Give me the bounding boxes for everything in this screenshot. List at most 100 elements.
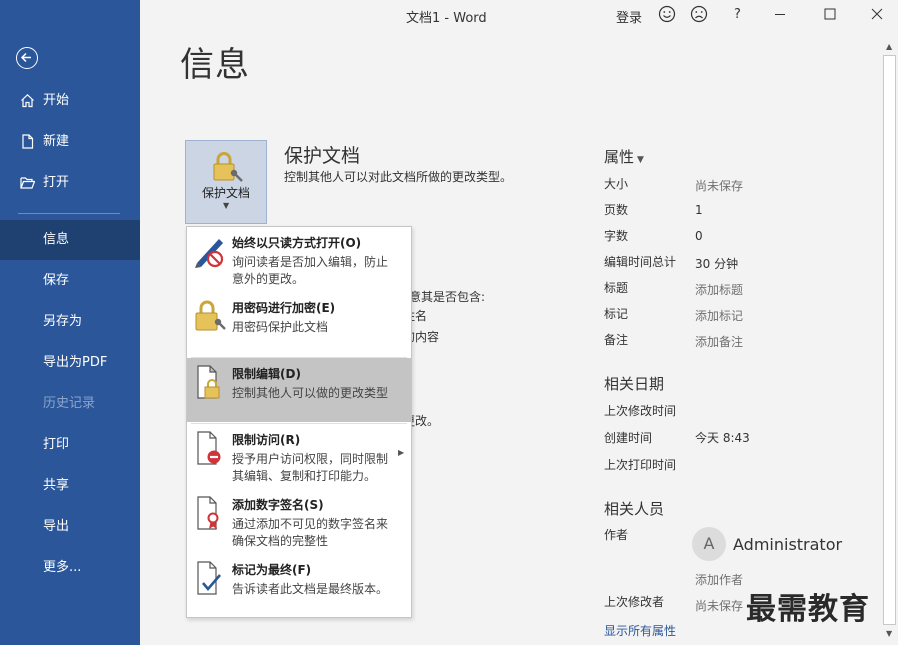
property-label: 字数 [604,229,629,243]
scroll-up-icon[interactable]: ▲ [886,42,892,51]
protect-tile-label: 保护文档 [201,186,250,200]
sidebar-item-label: 打印 [43,437,70,452]
sidebar-item-label: 导出为PDF [43,355,108,370]
date-label: 上次打印时间 [604,458,677,472]
page-title: 信息 [180,45,250,85]
menu-item-description: 用密码保护此文档 [232,320,329,334]
author-name[interactable]: Administrator [733,535,842,554]
menu-item-description: 通过添加不可见的数字签名来确保文档的完整性 [232,517,389,548]
scroll-down-icon[interactable]: ▼ [886,629,892,638]
folder-open-icon [20,177,35,189]
menu-item-mark-as-final[interactable]: 标记为最终(F) 告诉读者此文档是最终版本。 [187,554,411,617]
author-label: 作者 [604,528,629,542]
property-value: 30 分钟 [695,257,739,271]
sidebar-item-export[interactable]: 导出 [0,507,140,547]
protect-document-heading: 保护文档 [284,145,361,167]
related-dates-heading: 相关日期 [604,375,665,393]
show-all-properties-link[interactable]: 显示所有属性 [604,622,676,639]
created-date-value: 今天 8:43 [695,431,750,445]
add-author-field[interactable]: 添加作者 [695,571,743,588]
document-lock-icon [197,365,220,399]
scrollbar-thumb[interactable] [883,55,896,625]
lock-key-icon [213,152,243,182]
menu-item-restrict-access[interactable]: 限制访问(R) 授予用户访问权限，同时限制其编辑、复制和打印能力。 ▶ [187,424,411,489]
watermark-text: 最需教育 [746,592,870,627]
property-label: 备注 [604,333,629,347]
menu-item-title: 添加数字签名(S) [232,498,324,512]
property-value: 0 [695,229,703,243]
property-label: 标题 [604,281,629,295]
chevron-down-icon: ▼ [223,201,230,210]
tags-field[interactable]: 添加标记 [695,307,743,324]
sidebar-item-label: 打开 [43,175,70,190]
sidebar-item-home[interactable]: 开始 [0,81,140,121]
property-value: 1 [695,203,703,217]
document-ribbon-icon [197,496,219,530]
sidebar-item-label: 新建 [43,134,70,149]
property-value: 尚未保存 [695,179,744,193]
menu-item-title: 标记为最终(F) [232,563,312,577]
date-label: 创建时间 [604,431,653,445]
sidebar-item-label: 开始 [43,93,70,108]
sidebar-item-share[interactable]: 共享 [0,466,140,506]
lock-key-icon [195,300,226,331]
document-check-icon [197,561,221,595]
menu-item-description: 授予用户访问权限，同时限制其编辑、复制和打印能力。 [232,452,389,483]
sidebar-item-new[interactable]: 新建 [0,122,140,162]
sidebar-item-print[interactable]: 打印 [0,425,140,465]
menu-item-restrict-editing[interactable]: 限制编辑(D) 控制其他人可以做的更改类型 [187,358,411,422]
menu-item-title: 用密码进行加密(E) [232,301,336,315]
backstage-sidebar: 开始 新建 打开 信息 保存 另存为 导出为PDF 历史记录 打印 共享 导出 … [0,0,140,645]
sidebar-item-open[interactable]: 打开 [0,163,140,203]
pencil-prohibited-icon [195,239,224,268]
sidebar-item-save-as[interactable]: 另存为 [0,302,140,342]
menu-item-add-digital-signature[interactable]: 添加数字签名(S) 通过添加不可见的数字签名来确保文档的完整性 [187,489,411,554]
last-modified-by-label: 上次修改者 [604,595,665,609]
menu-item-description: 控制其他人可以做的更改类型 [232,386,389,400]
properties-dropdown[interactable]: 属性 ▼ [604,146,644,167]
new-document-icon [22,134,34,149]
related-people-heading: 相关人员 [604,500,665,518]
comments-field[interactable]: 添加备注 [695,333,743,350]
document-prohibited-icon [197,431,221,465]
property-label: 标记 [604,307,629,321]
back-button[interactable] [16,47,38,69]
sidebar-item-label: 另存为 [43,314,83,329]
protect-document-menu: 始终以只读方式打开(O) 询问读者是否加入编辑，防止意外的更改。 用密码进行加密… [186,226,412,618]
properties-panel: 属性 ▼ 大小 尚未保存 页数 1 字数 0 编辑时间总计 30 分钟 标题 添加… [604,0,884,645]
property-label: 页数 [604,203,629,217]
menu-item-description: 告诉读者此文档是最终版本。 [232,582,389,596]
sidebar-item-more[interactable]: 更多... [0,548,140,588]
menu-item-title: 始终以只读方式打开(O) [232,236,362,250]
chevron-right-icon: ▶ [398,448,405,457]
home-icon [21,93,34,108]
menu-item-encrypt-with-password[interactable]: 用密码进行加密(E) 用密码保护此文档 [187,292,411,356]
sidebar-item-history: 历史记录 [0,384,140,424]
property-label: 大小 [604,177,629,191]
sidebar-item-save[interactable]: 保存 [0,261,140,301]
avatar: A [692,527,726,561]
sidebar-item-label: 历史记录 [43,396,96,411]
title-field[interactable]: 添加标题 [695,281,743,298]
arrow-left-icon [20,52,31,63]
sidebar-item-label: 信息 [43,232,70,247]
date-label: 上次修改时间 [604,404,677,418]
sidebar-item-export-pdf[interactable]: 导出为PDF [0,343,140,383]
sidebar-item-info[interactable]: 信息 [0,220,140,260]
sidebar-item-label: 更多... [43,560,82,575]
window-title: 文档1 - Word [406,11,487,26]
properties-heading: 属性 [604,148,635,166]
sidebar-divider [18,213,120,214]
menu-item-description: 询问读者是否加入编辑，防止意外的更改。 [232,255,389,286]
sidebar-item-label: 保存 [43,273,70,288]
menu-item-title: 限制访问(R) [232,433,301,447]
last-modified-by-value: 尚未保存 [695,599,744,613]
menu-item-title: 限制编辑(D) [232,367,301,381]
menu-item-always-open-read-only[interactable]: 始终以只读方式打开(O) 询问读者是否加入编辑，防止意外的更改。 [187,227,411,292]
sidebar-item-label: 导出 [43,519,70,534]
sidebar-item-label: 共享 [43,478,70,493]
protect-document-description: 控制其他人可以对此文档所做的更改类型。 [284,170,513,184]
protect-document-button[interactable]: 保护文档 ▼ [185,140,267,224]
chevron-down-icon: ▼ [637,155,644,165]
property-label: 编辑时间总计 [604,255,677,269]
